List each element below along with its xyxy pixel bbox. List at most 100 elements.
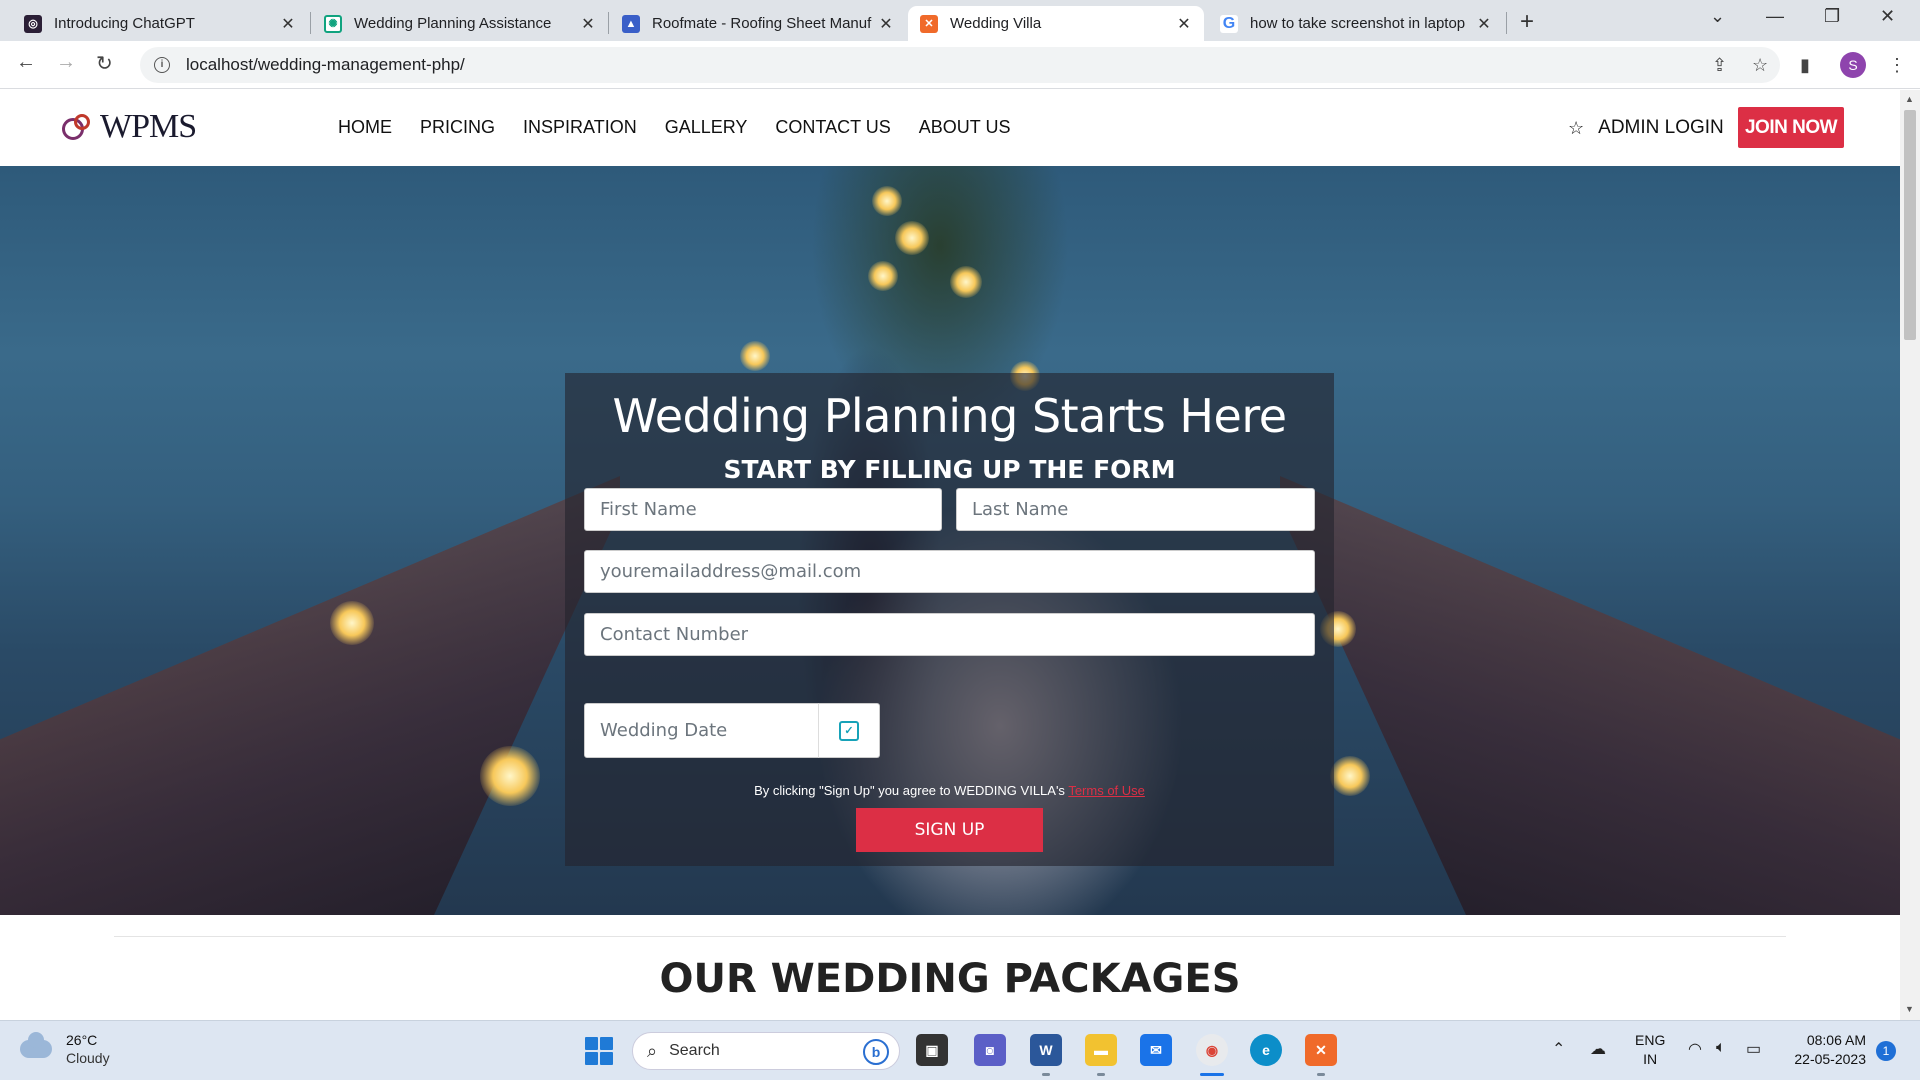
tab-how-to-screenshot[interactable]: G how to take screenshot in laptop ✕ (1208, 6, 1504, 41)
url-field[interactable]: i localhost/wedding-management-php/ (140, 47, 1780, 83)
cloud-icon (20, 1032, 52, 1058)
form-title: Wedding Planning Starts Here (612, 389, 1287, 443)
weather-temperature: 26°C (66, 1032, 98, 1048)
tab-wedding-planning-assistance[interactable]: ✺ Wedding Planning Assistance ✕ (312, 6, 608, 41)
google-icon: G (1220, 14, 1238, 33)
calendar-check-icon: ✓ (839, 720, 859, 741)
nav-contact-us[interactable]: CONTACT US (775, 117, 890, 138)
wedding-date-input[interactable] (584, 703, 820, 758)
tab-title: Introducing ChatGPT (54, 15, 195, 32)
windows-taskbar: 26°C Cloudy ⌕ Search b ▣ ◙ W ▬ ✉ ◉ e ✕ ⌃… (0, 1020, 1920, 1080)
email-input[interactable] (584, 550, 1315, 593)
site-info-icon[interactable]: i (154, 57, 170, 73)
tab-title: Roofmate - Roofing Sheet Manuf (652, 15, 872, 32)
language-indicator[interactable]: ENG IN (1635, 1031, 1665, 1069)
wpms-logo[interactable]: WPMS (62, 108, 197, 146)
minimize-icon[interactable]: — (1766, 6, 1784, 27)
menu-kebab-icon[interactable]: ⋮ (1888, 55, 1906, 76)
restore-icon[interactable]: ❐ (1824, 6, 1840, 27)
side-panel-icon[interactable]: ▮ (1800, 55, 1810, 76)
packages-heading: OUR WEDDING PACKAGES (659, 956, 1241, 1002)
address-bar: ← → ↻ i localhost/wedding-management-php… (0, 41, 1920, 89)
first-name-input[interactable] (584, 488, 942, 531)
taskbar-search[interactable]: ⌕ Search b (632, 1032, 900, 1070)
bridge-rail-right (1280, 476, 1900, 915)
new-tab-icon[interactable]: + (1520, 8, 1534, 36)
join-now-button[interactable]: JOIN NOW (1738, 107, 1844, 148)
signup-form-panel: Wedding Planning Starts Here START BY FI… (565, 373, 1334, 866)
rings-icon (62, 112, 98, 142)
weather-widget[interactable]: 26°C Cloudy (20, 1031, 110, 1067)
onedrive-icon[interactable]: ☁ (1590, 1039, 1606, 1059)
region-code: IN (1643, 1051, 1658, 1067)
volume-icon[interactable]: 🔈︎ (1716, 1039, 1726, 1057)
openai-icon: ✺ (324, 14, 342, 33)
tab-introducing-chatgpt[interactable]: ◎ Introducing ChatGPT ✕ (12, 6, 308, 41)
close-icon[interactable]: ✕ (578, 14, 598, 34)
nav-inspiration[interactable]: INSPIRATION (523, 117, 637, 138)
admin-login-link[interactable]: ☆ ADMIN LOGIN (1568, 117, 1724, 139)
site-navbar: WPMS HOME PRICING INSPIRATION GALLERY CO… (0, 90, 1900, 166)
reload-icon[interactable]: ↻ (96, 51, 113, 76)
word-icon[interactable]: W (1030, 1034, 1062, 1066)
contact-number-input[interactable] (584, 613, 1315, 656)
window-close-icon[interactable]: ✕ (1880, 6, 1895, 27)
file-explorer-icon[interactable]: ▬ (1085, 1034, 1117, 1066)
tab-title: Wedding Planning Assistance (354, 15, 552, 32)
bridge-rail-left (0, 476, 620, 915)
weather-description: Cloudy (66, 1050, 110, 1066)
search-label: Search (669, 1042, 720, 1059)
back-icon[interactable]: ← (16, 51, 36, 74)
chatgpt-icon: ◎ (24, 14, 42, 33)
edge-icon[interactable]: e (1250, 1034, 1282, 1066)
share-icon[interactable]: ⇪ (1712, 55, 1727, 76)
tab-wedding-villa[interactable]: ✕ Wedding Villa ✕ (908, 6, 1204, 41)
tab-title: Wedding Villa (950, 15, 1042, 32)
close-icon[interactable]: ✕ (278, 14, 298, 34)
xampp-taskbar-icon[interactable]: ✕ (1305, 1034, 1337, 1066)
chrome-icon[interactable]: ◉ (1196, 1034, 1228, 1066)
show-hidden-icons-chevron[interactable]: ⌃ (1552, 1039, 1565, 1059)
tab-roofmate[interactable]: ▲ Roofmate - Roofing Sheet Manuf ✕ (610, 6, 906, 41)
close-icon[interactable]: ✕ (1174, 14, 1194, 34)
close-icon[interactable]: ✕ (1474, 14, 1494, 34)
terms-agreement: By clicking "Sign Up" you agree to WEDDI… (565, 783, 1334, 798)
terms-of-use-link[interactable]: Terms of Use (1068, 783, 1145, 798)
bing-icon[interactable]: b (863, 1039, 889, 1065)
search-icon: ⌕ (647, 1040, 658, 1061)
battery-icon[interactable]: ▭ (1746, 1039, 1761, 1059)
bookmark-star-icon[interactable]: ☆ (1752, 55, 1768, 76)
close-icon[interactable]: ✕ (876, 14, 896, 34)
wifi-icon[interactable]: ◠ (1688, 1039, 1702, 1059)
mail-icon[interactable]: ✉ (1140, 1034, 1172, 1066)
main-menu: HOME PRICING INSPIRATION GALLERY CONTACT… (338, 117, 1010, 138)
notification-badge[interactable]: 1 (1876, 1041, 1896, 1061)
scrollbar-thumb[interactable] (1904, 110, 1916, 340)
nav-gallery[interactable]: GALLERY (665, 117, 748, 138)
page-scrollbar[interactable]: ▲ ▼ (1900, 90, 1920, 1020)
task-view-icon[interactable]: ▣ (916, 1034, 948, 1066)
tab-search-chevron-icon[interactable]: ⌄ (1710, 6, 1725, 27)
windows-start-icon[interactable] (585, 1037, 613, 1065)
tab-title: how to take screenshot in laptop (1250, 15, 1466, 32)
calendar-button[interactable]: ✓ (818, 703, 880, 758)
scroll-up-icon[interactable]: ▲ (1905, 94, 1914, 104)
system-clock[interactable]: 08:06 AM 22-05-2023 (1786, 1031, 1866, 1069)
clock-date: 22-05-2023 (1794, 1051, 1866, 1067)
section-divider (114, 936, 1786, 937)
browser-tab-bar: ◎ Introducing ChatGPT ✕ ✺ Wedding Planni… (0, 0, 1920, 41)
nav-pricing[interactable]: PRICING (420, 117, 495, 138)
admin-login-label: ADMIN LOGIN (1598, 117, 1724, 138)
nav-about-us[interactable]: ABOUT US (919, 117, 1011, 138)
forward-icon[interactable]: → (56, 51, 76, 74)
url-text: localhost/wedding-management-php/ (186, 55, 465, 74)
scroll-down-icon[interactable]: ▼ (1905, 1004, 1914, 1014)
sign-up-button[interactable]: SIGN UP (856, 808, 1043, 852)
roofmate-icon: ▲ (622, 14, 640, 33)
last-name-input[interactable] (956, 488, 1315, 531)
profile-avatar[interactable]: S (1840, 52, 1866, 78)
star-icon: ☆ (1568, 117, 1585, 138)
language-code: ENG (1635, 1032, 1666, 1048)
nav-home[interactable]: HOME (338, 117, 392, 138)
teams-chat-icon[interactable]: ◙ (974, 1034, 1006, 1066)
